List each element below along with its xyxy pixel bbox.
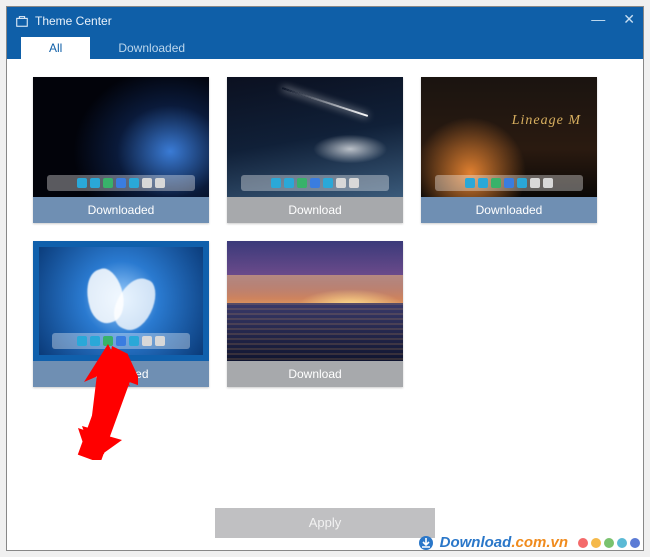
status-label: Downloaded xyxy=(88,203,155,217)
tabs: All Downloaded xyxy=(7,35,643,59)
theme-card[interactable]: Download xyxy=(227,77,403,223)
minimize-button[interactable]: — xyxy=(591,11,605,28)
theme-thumbnail xyxy=(33,77,209,197)
status-label: Download xyxy=(288,367,341,381)
theme-status-downloaded: Downloaded xyxy=(421,197,597,223)
app-icon xyxy=(15,14,29,28)
theme-thumbnail xyxy=(33,241,209,361)
theme-status-downloaded: Downloaded xyxy=(33,197,209,223)
status-label: Download xyxy=(288,203,341,217)
apply-button[interactable]: Apply xyxy=(215,508,435,538)
theme-card[interactable]: Applied xyxy=(33,241,209,387)
close-button[interactable]: ✕ xyxy=(623,11,635,28)
theme-card[interactable]: Downloaded xyxy=(421,77,597,223)
dock-icons xyxy=(435,175,583,191)
theme-status-applied: Applied xyxy=(33,361,209,387)
theme-card[interactable]: Downloaded xyxy=(33,77,209,223)
theme-center-window: Theme Center — ✕ All Downloaded Download… xyxy=(6,6,644,551)
dock-icons xyxy=(52,333,190,349)
status-label: Applied xyxy=(108,367,148,381)
window-controls: — ✕ xyxy=(591,11,635,28)
theme-thumbnail xyxy=(227,77,403,197)
theme-status-download: Download xyxy=(227,361,403,387)
theme-grid: Downloaded Download Downloaded xyxy=(7,59,643,499)
theme-thumbnail xyxy=(227,241,403,361)
window-title: Theme Center xyxy=(35,14,112,28)
check-icon xyxy=(93,369,104,380)
dock-icons xyxy=(241,339,389,355)
status-label: Downloaded xyxy=(476,203,543,217)
theme-card[interactable]: Download xyxy=(227,241,403,387)
theme-thumbnail xyxy=(421,77,597,197)
dock-icons xyxy=(47,175,195,191)
theme-status-download: Download xyxy=(227,197,403,223)
tab-all[interactable]: All xyxy=(21,37,90,59)
tab-downloaded[interactable]: Downloaded xyxy=(90,37,213,59)
titlebar: Theme Center — ✕ All Downloaded xyxy=(7,7,643,59)
dock-icons xyxy=(241,175,389,191)
